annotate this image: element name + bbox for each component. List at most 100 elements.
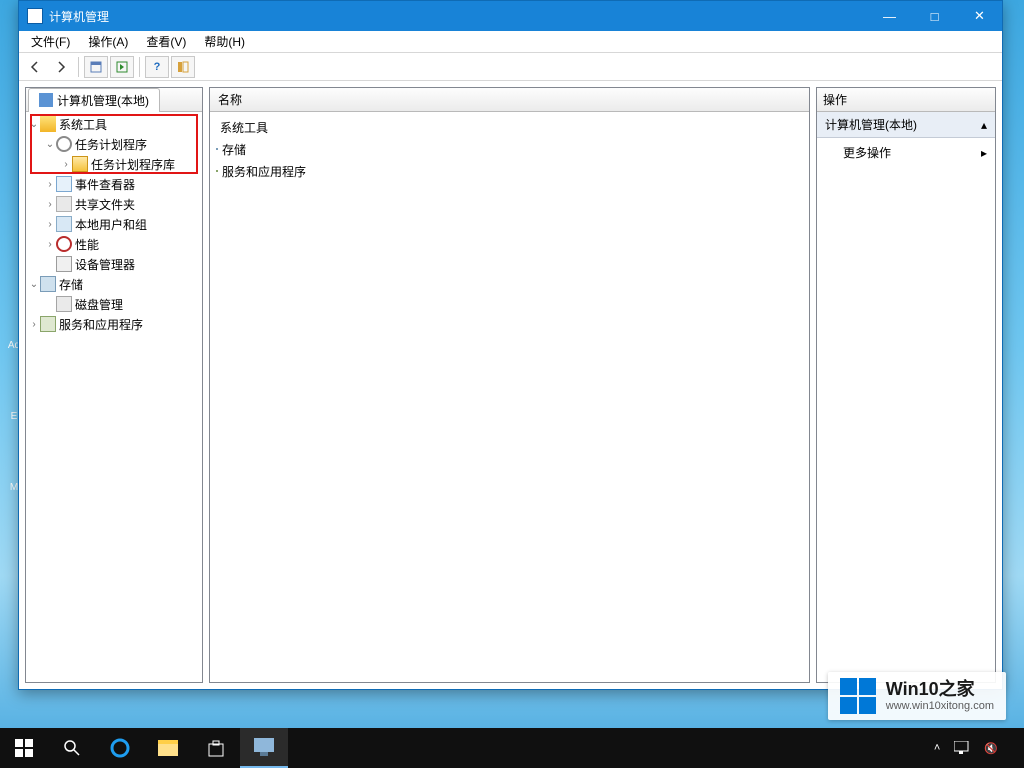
more-actions-item[interactable]: 更多操作 ▸ — [817, 138, 995, 167]
tree-node-shared-folders[interactable]: › 共享文件夹 — [26, 194, 202, 214]
expand-icon[interactable]: › — [28, 319, 40, 330]
tree-node-system-tools[interactable]: ⌄ 系统工具 — [26, 114, 202, 134]
tree-label: 存储 — [59, 276, 83, 293]
users-icon — [56, 216, 72, 232]
expand-icon[interactable]: ⌄ — [28, 119, 40, 130]
menu-action[interactable]: 操作(A) — [80, 31, 136, 52]
toolbar-separator — [78, 57, 79, 77]
list-item[interactable]: 系统工具 — [216, 116, 803, 138]
expand-icon[interactable]: ⌄ — [44, 139, 56, 150]
toolbar-separator — [139, 57, 140, 77]
menu-file[interactable]: 文件(F) — [23, 31, 78, 52]
tree-label: 设备管理器 — [75, 256, 135, 273]
computer-icon — [39, 93, 53, 107]
tree-root-label: 计算机管理(本地) — [57, 92, 149, 109]
toolbar-refresh-button[interactable] — [110, 56, 134, 78]
column-header-name[interactable]: 名称 — [210, 88, 809, 112]
tree-label: 系统工具 — [59, 116, 107, 133]
tree-node-task-scheduler[interactable]: ⌄ 任务计划程序 — [26, 134, 202, 154]
tree-root-tab[interactable]: 计算机管理(本地) — [28, 88, 160, 112]
tree-label: 本地用户和组 — [75, 216, 147, 233]
tree-label: 磁盘管理 — [75, 296, 123, 313]
disk-icon — [56, 296, 72, 312]
minimize-button[interactable]: — — [867, 1, 912, 31]
actions-section-label: 计算机管理(本地) — [825, 116, 917, 133]
tree-node-device-manager[interactable]: 设备管理器 — [26, 254, 202, 274]
actions-panel: 操作 计算机管理(本地) ▴ 更多操作 ▸ — [816, 87, 996, 683]
tools-icon — [40, 116, 56, 132]
menu-view[interactable]: 查看(V) — [138, 31, 194, 52]
expand-icon[interactable]: › — [44, 199, 56, 210]
folder-icon — [72, 156, 88, 172]
performance-icon — [56, 236, 72, 252]
expand-icon[interactable]: › — [44, 179, 56, 190]
window-title: 计算机管理 — [49, 8, 867, 25]
tree-node-services[interactable]: › 服务和应用程序 — [26, 314, 202, 334]
storage-icon — [40, 276, 56, 292]
app-icon — [27, 8, 43, 24]
menu-help[interactable]: 帮助(H) — [196, 31, 253, 52]
list-item[interactable]: 服务和应用程序 — [216, 160, 803, 182]
actions-section-title[interactable]: 计算机管理(本地) ▴ — [817, 112, 995, 138]
taskbar-computer-management[interactable] — [240, 728, 288, 768]
services-icon — [216, 170, 218, 172]
collapse-icon[interactable]: ▴ — [981, 118, 987, 132]
list-item[interactable]: 存储 — [216, 138, 803, 160]
watermark: Win10之家 www.win10xitong.com — [828, 672, 1006, 720]
toolbar-properties-button[interactable] — [84, 56, 108, 78]
tree-label: 服务和应用程序 — [59, 316, 143, 333]
storage-icon — [216, 148, 218, 150]
expand-icon[interactable]: › — [60, 159, 72, 170]
computer-management-window: 计算机管理 — □ ✕ 文件(F) 操作(A) 查看(V) 帮助(H) ? 计算… — [18, 0, 1003, 690]
tree-panel: 计算机管理(本地) ⌄ 系统工具 ⌄ 任务计划程序 — [25, 87, 203, 683]
tree-node-local-users[interactable]: › 本地用户和组 — [26, 214, 202, 234]
taskbar-store[interactable] — [192, 728, 240, 768]
taskbar[interactable]: ˄ 🔇 — [0, 728, 1024, 768]
middle-panel: 名称 系统工具 存储 服务和应用程序 — [209, 87, 810, 683]
shared-folders-icon — [56, 196, 72, 212]
expand-icon[interactable]: ⌄ — [28, 279, 40, 290]
list-item-label: 系统工具 — [220, 119, 268, 136]
taskbar-file-explorer[interactable] — [144, 728, 192, 768]
forward-button[interactable] — [49, 56, 73, 78]
tree-label: 事件查看器 — [75, 176, 135, 193]
toolbar-help-button[interactable]: ? — [145, 56, 169, 78]
toolbar: ? — [19, 53, 1002, 81]
start-button[interactable] — [0, 728, 48, 768]
search-button[interactable] — [48, 728, 96, 768]
tree-node-event-viewer[interactable]: › 事件查看器 — [26, 174, 202, 194]
actions-header: 操作 — [817, 88, 995, 112]
menubar: 文件(F) 操作(A) 查看(V) 帮助(H) — [19, 31, 1002, 53]
tree-label: 共享文件夹 — [75, 196, 135, 213]
clock-icon — [56, 136, 72, 152]
event-viewer-icon — [56, 176, 72, 192]
tree-label: 任务计划程序库 — [91, 156, 175, 173]
toolbar-view-button[interactable] — [171, 56, 195, 78]
back-button[interactable] — [23, 56, 47, 78]
device-manager-icon — [56, 256, 72, 272]
expand-icon[interactable]: › — [44, 239, 56, 250]
maximize-button[interactable]: □ — [912, 1, 957, 31]
tree-node-storage[interactable]: ⌄ 存储 — [26, 274, 202, 294]
tray-chevron-up-icon[interactable]: ˄ — [934, 742, 940, 754]
watermark-url: www.win10xitong.com — [886, 700, 994, 712]
expand-icon[interactable] — [44, 259, 56, 270]
list-item-label: 存储 — [222, 141, 246, 158]
tree-node-performance[interactable]: › 性能 — [26, 234, 202, 254]
list-item-label: 服务和应用程序 — [222, 163, 306, 180]
tree-label: 性能 — [75, 236, 99, 253]
more-actions-label: 更多操作 — [843, 144, 891, 161]
watermark-brand: Win10之家 — [886, 680, 994, 700]
tree-node-task-scheduler-library[interactable]: › 任务计划程序库 — [26, 154, 202, 174]
titlebar[interactable]: 计算机管理 — □ ✕ — [19, 1, 1002, 31]
windows-logo-icon — [840, 678, 876, 714]
chevron-right-icon: ▸ — [981, 146, 987, 160]
tray-network-icon[interactable] — [954, 741, 970, 755]
expand-icon[interactable]: › — [44, 219, 56, 230]
close-button[interactable]: ✕ — [957, 1, 1002, 31]
services-icon — [40, 316, 56, 332]
taskbar-edge[interactable] — [96, 728, 144, 768]
expand-icon[interactable] — [44, 299, 56, 310]
tray-volume-icon[interactable]: 🔇 — [984, 742, 998, 755]
tree-node-disk-management[interactable]: 磁盘管理 — [26, 294, 202, 314]
